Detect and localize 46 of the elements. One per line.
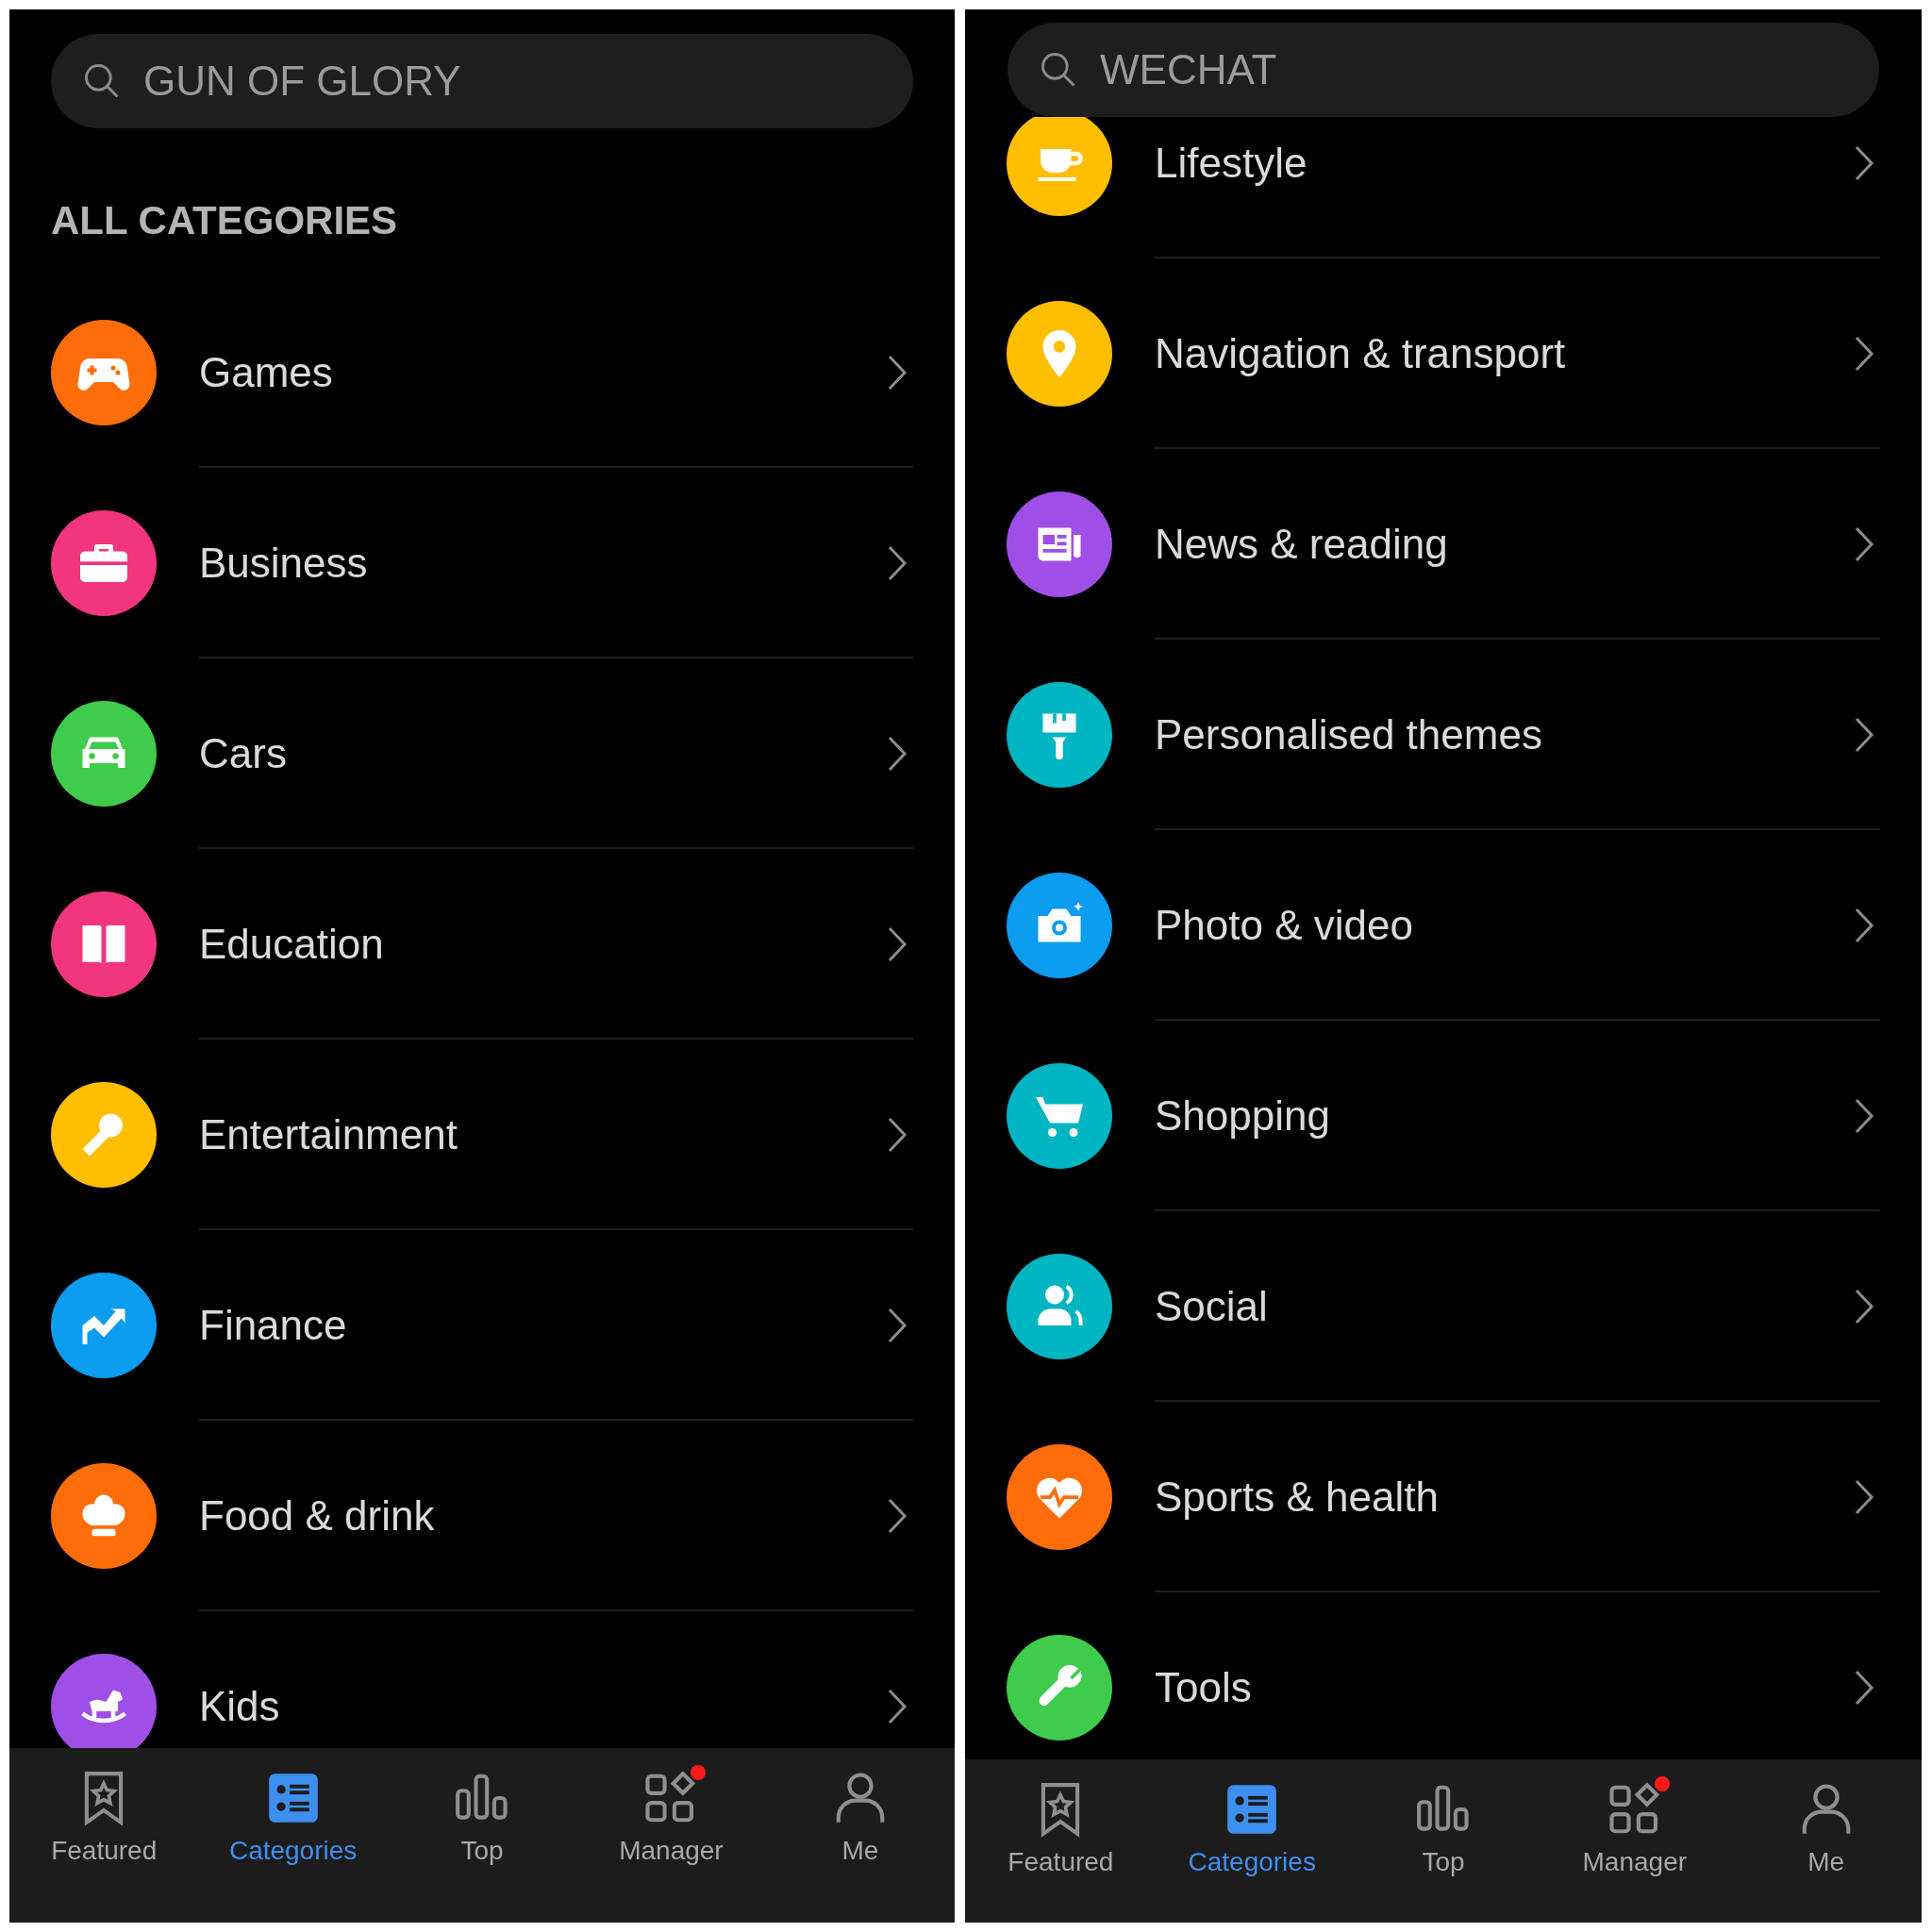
chevron-right-icon (887, 925, 908, 963)
category-item[interactable]: Personalised themes (1007, 640, 1880, 830)
chevron-right-icon (887, 544, 908, 582)
category-item[interactable]: Finance (51, 1230, 913, 1421)
nav-tab[interactable]: Featured (965, 1780, 1157, 1882)
chevron-right-icon (1854, 716, 1874, 754)
chevron-right-icon (1854, 1669, 1874, 1707)
category-item[interactable]: Shopping (1007, 1021, 1880, 1211)
chevron-right-icon (1854, 335, 1874, 373)
nav-tab[interactable]: Me (765, 1769, 955, 1871)
nav-tab[interactable]: Categories (1156, 1780, 1348, 1882)
nav-tab[interactable]: Top (1347, 1780, 1540, 1882)
chevron-right-icon (1854, 1097, 1874, 1135)
category-item[interactable]: Food & drink (51, 1421, 913, 1611)
chevron-right-icon (1854, 525, 1874, 563)
chevron-right-icon (887, 354, 908, 391)
chevron-right-icon (887, 1307, 908, 1344)
nav-tab[interactable]: Categories (198, 1769, 388, 1871)
chevron-right-icon (887, 1497, 908, 1535)
chevron-right-icon (1854, 1478, 1874, 1516)
category-item[interactable]: Photo & video (1007, 830, 1880, 1021)
section-heading: ALL CATEGORIES (51, 197, 399, 244)
search-field[interactable]: GUN OF GLORY (51, 34, 913, 128)
category-item[interactable]: Business (51, 468, 913, 658)
nav-tab[interactable]: Manager (576, 1769, 766, 1871)
category-item[interactable]: News & reading (1007, 449, 1880, 640)
chevron-right-icon (1854, 1288, 1874, 1325)
chevron-right-icon (887, 1116, 908, 1154)
chevron-right-icon (1854, 907, 1874, 944)
category-item[interactable]: Games (51, 277, 913, 468)
chevron-right-icon (887, 1688, 908, 1725)
category-item[interactable]: Education (51, 849, 913, 1040)
search-field[interactable]: WECHAT (1008, 23, 1879, 117)
category-item[interactable]: Social (1007, 1211, 1880, 1402)
chevron-right-icon (887, 735, 908, 773)
nav-tab[interactable]: Top (387, 1769, 577, 1871)
nav-tab[interactable]: Manager (1539, 1780, 1731, 1882)
category-item[interactable]: Lifestyle (1007, 117, 1880, 258)
category-item[interactable]: Sports & health (1007, 1402, 1880, 1592)
chevron-right-icon (1854, 144, 1874, 182)
category-item[interactable]: Navigation & transport (1007, 258, 1880, 449)
category-item[interactable]: Entertainment (51, 1040, 913, 1230)
category-item[interactable]: Tools (1007, 1592, 1880, 1759)
category-item[interactable]: Cars (51, 658, 913, 849)
nav-tab[interactable]: Me (1730, 1780, 1922, 1882)
nav-tab[interactable]: Featured (9, 1769, 199, 1871)
